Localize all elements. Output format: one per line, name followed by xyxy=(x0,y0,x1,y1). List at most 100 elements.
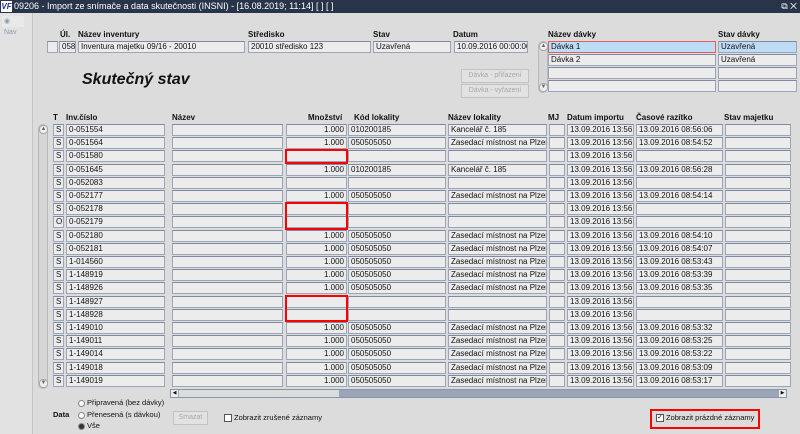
cell-name[interactable] xyxy=(172,242,283,255)
batch-name-cell[interactable]: Dávka 2 xyxy=(548,54,716,66)
inventory-state-field[interactable]: Uzavřená xyxy=(373,41,451,53)
cell-name[interactable] xyxy=(172,374,283,387)
cell-t[interactable]: S xyxy=(53,335,64,348)
inventory-ul-field[interactable]: 058 xyxy=(59,41,76,53)
cell-mj[interactable] xyxy=(549,203,565,216)
cell-t[interactable]: S xyxy=(53,361,64,374)
cell-locname[interactable]: Kancelář č. 185 xyxy=(448,124,547,136)
cell-mj[interactable] xyxy=(549,361,565,374)
show-cancelled-checkbox[interactable]: Zobrazit zrušené záznamy xyxy=(224,413,322,423)
cell-ts[interactable] xyxy=(636,176,723,189)
cell-st[interactable] xyxy=(725,137,791,150)
cell-qty[interactable]: 1.000 xyxy=(286,163,347,176)
scroll-thumb[interactable] xyxy=(179,390,339,397)
cell-loc[interactable]: 050505050 xyxy=(348,229,446,242)
cell-mj[interactable] xyxy=(549,176,565,189)
cell-mj[interactable] xyxy=(549,229,565,242)
cell-inv[interactable]: 0-052177 xyxy=(66,190,165,202)
cell-mj[interactable] xyxy=(549,242,565,255)
cell-mj[interactable] xyxy=(549,269,565,282)
cell-imp[interactable]: 13.09.2016 13:56:22 xyxy=(567,374,634,387)
cell-imp[interactable]: 13.09.2016 13:56:22 xyxy=(567,335,634,348)
cell-locname[interactable] xyxy=(448,295,547,308)
cell-loc[interactable] xyxy=(348,203,446,216)
cell-loc[interactable]: 050505050 xyxy=(348,256,446,268)
radio-icon[interactable] xyxy=(78,411,85,419)
cell-mj[interactable] xyxy=(549,256,565,268)
cell-loc[interactable]: 010200185 xyxy=(348,124,446,136)
batch-state-cell[interactable]: Uzavřená xyxy=(718,41,797,53)
cell-locname[interactable]: Zasedací místnost na Plzeňské xyxy=(448,282,547,295)
cell-locname[interactable]: Zasedací místnost na Plzeňské xyxy=(448,335,547,348)
cell-mj[interactable] xyxy=(549,348,565,361)
cell-mj[interactable] xyxy=(549,163,565,176)
cell-imp[interactable]: 13.09.2016 13:56:22 xyxy=(567,348,634,361)
cell-locname[interactable]: Zasedací místnost na Plzeňské xyxy=(448,269,547,282)
cell-ts[interactable] xyxy=(636,216,723,229)
cell-inv[interactable]: 1-149010 xyxy=(66,322,165,334)
batch-name-cell[interactable] xyxy=(548,67,716,79)
cell-mj[interactable] xyxy=(549,295,565,308)
inventory-select-cell[interactable] xyxy=(47,41,58,53)
cell-t[interactable]: S xyxy=(53,348,64,361)
cell-ts[interactable]: 13.09.2016 08:53:09 xyxy=(636,361,723,374)
cell-imp[interactable]: 13.09.2016 13:56:22 xyxy=(567,282,634,295)
cell-ts[interactable]: 13.09.2016 08:53:17 xyxy=(636,374,723,387)
cell-imp[interactable]: 13.09.2016 13:56:21 xyxy=(567,203,634,216)
cell-qty[interactable]: 1.000 xyxy=(286,190,347,202)
cell-inv[interactable]: 0-052181 xyxy=(66,242,165,255)
cell-mj[interactable] xyxy=(549,374,565,387)
cell-imp[interactable]: 13.09.2016 13:56:22 xyxy=(567,295,634,308)
cell-ts[interactable]: 13.09.2016 08:54:52 xyxy=(636,137,723,150)
cell-loc[interactable] xyxy=(348,150,446,163)
cell-st[interactable] xyxy=(725,190,791,202)
cell-t[interactable]: S xyxy=(53,242,64,255)
cell-t[interactable]: S xyxy=(53,124,64,136)
cell-mj[interactable] xyxy=(549,216,565,229)
cell-loc[interactable]: 050505050 xyxy=(348,374,446,387)
cell-t[interactable]: S xyxy=(53,203,64,216)
cell-st[interactable] xyxy=(725,308,791,321)
scroll-down-icon[interactable]: ▼ xyxy=(39,379,48,388)
cell-loc[interactable]: 050505050 xyxy=(348,190,446,202)
cell-imp[interactable]: 13.09.2016 13:56:21 xyxy=(567,190,634,202)
cell-qty[interactable]: 1.000 xyxy=(286,348,347,361)
cell-t[interactable]: S xyxy=(53,322,64,334)
cell-imp[interactable]: 13.09.2016 13:56:21 xyxy=(567,229,634,242)
cell-inv[interactable]: 0-051554 xyxy=(66,124,165,136)
radio-icon[interactable] xyxy=(78,399,85,407)
cell-name[interactable] xyxy=(172,308,283,321)
cell-ts[interactable] xyxy=(636,295,723,308)
batch-state-cell[interactable] xyxy=(718,67,797,79)
cell-imp[interactable]: 13.09.2016 13:56:21 xyxy=(567,163,634,176)
cell-imp[interactable]: 13.09.2016 13:56:21 xyxy=(567,124,634,136)
cell-locname[interactable]: Zasedací místnost na Plzeňské xyxy=(448,374,547,387)
cell-locname[interactable] xyxy=(448,308,547,321)
cell-qty[interactable]: 1.000 xyxy=(286,361,347,374)
cell-locname[interactable]: Zasedací místnost na Plzeňské xyxy=(448,348,547,361)
cell-t[interactable]: S xyxy=(53,374,64,387)
batch-assign-button[interactable]: Dávka - přiřazení xyxy=(461,69,529,83)
cell-t[interactable]: O xyxy=(53,216,64,229)
cell-loc[interactable]: 010200185 xyxy=(348,163,446,176)
cell-inv[interactable]: 0-052083 xyxy=(66,176,165,189)
cell-qty[interactable]: 1.000 xyxy=(286,282,347,295)
cell-imp[interactable]: 13.09.2016 13:56:21 xyxy=(567,176,634,189)
cell-qty[interactable]: 1.000 xyxy=(286,335,347,348)
cell-ts[interactable] xyxy=(636,150,723,163)
cell-t[interactable]: S xyxy=(53,269,64,282)
cell-qty[interactable]: 1.000 xyxy=(286,229,347,242)
inventory-name-field[interactable]: Inventura majetku 09/16 - 20010 xyxy=(78,41,245,53)
scroll-up-icon[interactable]: ▲ xyxy=(539,42,548,51)
scroll-up-icon[interactable]: ▲ xyxy=(39,125,48,134)
cell-imp[interactable]: 13.09.2016 13:56:21 xyxy=(567,242,634,255)
cell-name[interactable] xyxy=(172,361,283,374)
cell-loc[interactable] xyxy=(348,308,446,321)
cell-inv[interactable]: 1-148926 xyxy=(66,282,165,295)
cell-t[interactable]: S xyxy=(53,176,64,189)
cell-st[interactable] xyxy=(725,282,791,295)
cell-st[interactable] xyxy=(725,256,791,268)
cell-t[interactable]: S xyxy=(53,308,64,321)
checkbox-icon[interactable] xyxy=(224,414,232,423)
cell-mj[interactable] xyxy=(549,322,565,334)
